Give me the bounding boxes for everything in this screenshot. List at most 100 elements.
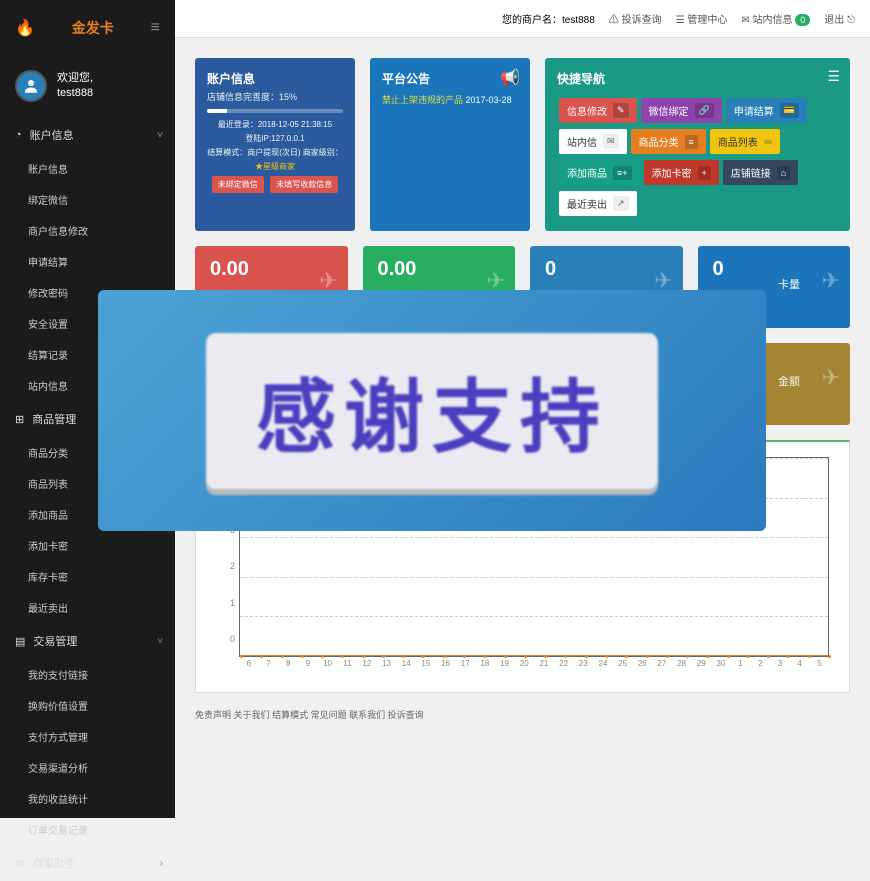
footer-link[interactable]: 结算模式: [272, 710, 308, 720]
progress-bar: [207, 109, 343, 113]
quick-btn[interactable]: 申请结算💳: [726, 98, 807, 123]
x-tick: 28: [672, 659, 692, 677]
nav-item[interactable]: 申请结算: [0, 246, 175, 277]
x-tick: 22: [554, 659, 574, 677]
x-tick: 13: [377, 659, 397, 677]
y-tick: 2: [230, 561, 235, 571]
last-login: 最近登录：2018-12-05 21:38:15: [207, 119, 343, 130]
nav-item[interactable]: 换购价值设置: [0, 690, 175, 721]
grid-icon: ⊞: [15, 413, 24, 426]
nav-item[interactable]: 库存卡密: [0, 561, 175, 592]
nav-item[interactable]: 支付方式管理: [0, 721, 175, 752]
x-tick: 14: [396, 659, 416, 677]
x-tick: 10: [318, 659, 338, 677]
quick-icon: ↗: [613, 196, 629, 211]
x-tick: 16: [436, 659, 456, 677]
account-card: 账户信息 店铺信息完善度：15% 最近登录：2018-12-05 21:38:1…: [195, 58, 355, 231]
x-tick: 30: [711, 659, 731, 677]
footer-link[interactable]: 免责声明: [195, 710, 231, 720]
x-tick: 24: [593, 659, 613, 677]
nav-item[interactable]: 账户信息: [0, 153, 175, 184]
quick-btn[interactable]: 商品分类≡: [631, 129, 706, 154]
quicknav-card: ☰ 快捷导航 信息修改✎微信绑定🔗申请结算💳站内信✉商品分类≡商品列表添加商品≡…: [545, 58, 850, 231]
nav-item[interactable]: 交易渠道分析: [0, 752, 175, 783]
fill-payment-btn[interactable]: 未填写收款信息: [270, 176, 338, 193]
x-tick: 29: [691, 659, 711, 677]
nav-item[interactable]: 商户信息修改: [0, 215, 175, 246]
quick-icon: +: [698, 166, 711, 180]
x-tick: 19: [495, 659, 515, 677]
stat-value: 0.00: [210, 258, 333, 281]
nav-item[interactable]: 绑定微信: [0, 184, 175, 215]
nav-item[interactable]: 我的支付链接: [0, 659, 175, 690]
site-msg-link[interactable]: ✉ 站内信息 0: [741, 11, 810, 26]
footer-links: 免责声明 关于我们 结算模式 常见问题 联系我们 投诉查询: [195, 708, 850, 721]
x-tick: 25: [613, 659, 633, 677]
footer-link[interactable]: 关于我们: [234, 710, 270, 720]
nav-section[interactable]: ◔账户信息˅: [0, 117, 175, 153]
x-tick: 6: [239, 659, 259, 677]
x-tick: 5: [809, 659, 829, 677]
x-tick: 4: [790, 659, 810, 677]
complaint-link[interactable]: ⚠ 投诉查询: [609, 11, 662, 26]
stat-label: 卡量: [778, 276, 800, 292]
chart-line: [240, 655, 828, 656]
nav-section[interactable]: ✉商家助手›: [0, 845, 175, 881]
doc-icon: ▤: [15, 635, 25, 648]
completeness: 店铺信息完善度：15%: [207, 90, 343, 103]
quick-btn[interactable]: 信息修改✎: [559, 98, 637, 123]
x-tick: 27: [652, 659, 672, 677]
quick-icon: ✉: [603, 134, 619, 149]
quick-btn[interactable]: 微信绑定🔗: [641, 98, 722, 123]
quick-icon: ⌂: [777, 166, 790, 180]
brand: 金发卡: [72, 18, 114, 38]
nav-item[interactable]: 订单交易记录: [0, 814, 175, 845]
avatar[interactable]: [15, 70, 47, 102]
quicknav-title: 快捷导航: [557, 70, 838, 87]
announcement-card: 📢 平台公告 禁止上架违规的产品 2017-03-28: [370, 58, 530, 231]
mail-icon: ✉: [15, 857, 24, 870]
logo-bar: 🔥 金发卡 ≡: [0, 0, 175, 55]
admin-link[interactable]: ☰ 管理中心: [676, 11, 728, 26]
overlay-text: 感谢支持: [206, 333, 658, 489]
x-tick: 26: [632, 659, 652, 677]
login-ip: 登陆IP:127.0.0.1: [207, 133, 343, 144]
chevron-icon: ˅: [157, 130, 163, 141]
announce-title: 平台公告: [382, 70, 518, 87]
nav-section[interactable]: ▤交易管理˅: [0, 623, 175, 659]
stat-label: 金额: [778, 373, 800, 389]
nav-item[interactable]: 我的收益统计: [0, 783, 175, 814]
logout-link[interactable]: 退出 ⎋: [824, 11, 855, 26]
footer-link[interactable]: 投诉查询: [388, 710, 424, 720]
quick-btn[interactable]: 添加卡密+: [644, 160, 719, 185]
x-tick: 18: [475, 659, 495, 677]
nav-item[interactable]: 最近卖出: [0, 592, 175, 623]
footer-link[interactable]: 常见问题: [311, 710, 347, 720]
topbar: 您的商户名：test888 ⚠ 投诉查询 ☰ 管理中心 ✉ 站内信息 0 退出 …: [175, 0, 870, 38]
plane-icon: ✈: [822, 268, 840, 294]
quick-btn[interactable]: 商品列表: [710, 129, 780, 154]
x-tick: 3: [770, 659, 790, 677]
quick-icon: 💳: [780, 103, 799, 118]
quick-btn[interactable]: 站内信✉: [559, 129, 627, 154]
nav-item[interactable]: 添加卡密: [0, 530, 175, 561]
account-title: 账户信息: [207, 70, 343, 87]
quick-icon: ≡: [685, 135, 698, 149]
menu-toggle-icon[interactable]: ≡: [151, 19, 160, 37]
x-tick: 23: [573, 659, 593, 677]
footer-link[interactable]: 联系我们: [349, 710, 385, 720]
quick-btn[interactable]: 最近卖出↗: [559, 191, 637, 216]
quick-btn[interactable]: 添加商品≡+: [559, 160, 640, 185]
bind-weixin-btn[interactable]: 未绑定微信: [212, 176, 264, 193]
stat-value: 0: [545, 258, 668, 281]
speaker-icon: 📢: [500, 68, 520, 88]
x-tick: 7: [259, 659, 279, 677]
x-tick: 1: [731, 659, 751, 677]
announce-item[interactable]: 禁止上架违规的产品 2017-03-28: [382, 93, 518, 106]
quick-btn[interactable]: 店铺链接⌂: [723, 160, 798, 185]
quick-icon: 🔗: [695, 103, 714, 118]
x-tick: 12: [357, 659, 377, 677]
merchant-level: ★星级商家: [207, 161, 343, 172]
x-tick: 9: [298, 659, 318, 677]
stat-value: 0: [713, 258, 836, 281]
